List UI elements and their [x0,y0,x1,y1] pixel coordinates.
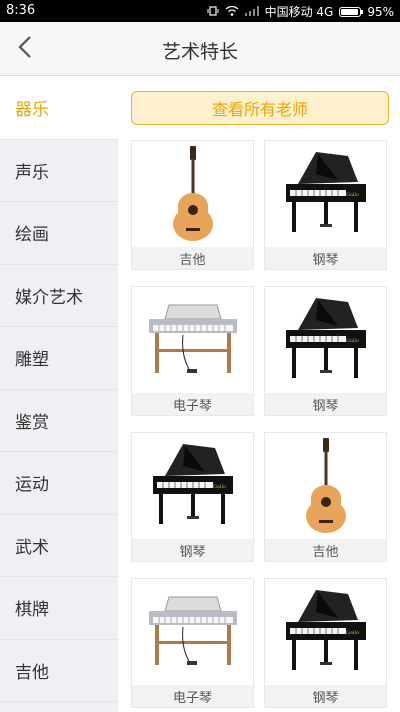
svg-text:Gallo: Gallo [346,338,359,344]
instrument-card[interactable]: Gallo 钢琴 [264,286,387,416]
piano-icon: Gallo [265,287,386,393]
instrument-label: 钢琴 [265,247,386,269]
instrument-label: 钢琴 [265,393,386,415]
guitar-icon [132,141,253,247]
vibrate-icon [207,5,219,19]
sidebar-item-label: 雕塑 [15,350,49,371]
instrument-label: 吉他 [265,539,386,561]
page-title: 艺术特长 [161,41,238,63]
piano-icon: Gallo [265,579,386,685]
view-all-teachers-button[interactable]: 查看所有老师 [131,91,389,125]
instrument-card[interactable]: Gallo 钢琴 [264,578,387,708]
keyboard-icon [132,287,253,393]
sidebar-item-label: 绘画 [15,225,49,246]
sidebar-item-label: 鉴赏 [15,412,49,433]
instrument-label: 电子琴 [132,685,253,707]
sidebar-item[interactable]: 绘画 [0,202,118,265]
sidebar-item[interactable]: 器乐 [0,77,118,140]
status-time: 8:36 [6,3,36,18]
svg-text:Gallo: Gallo [213,484,226,490]
instrument-card[interactable]: 电子琴 [131,578,254,708]
sidebar-item[interactable]: 运动 [0,452,118,515]
instrument-panel: 查看所有老师 吉他 Gallo 钢琴 电子琴 Gallo 钢琴 Gallo 钢琴 吉他 电子琴 Ga… [118,77,400,712]
keyboard-icon [132,579,253,685]
piano-icon: Gallo [265,141,386,247]
instrument-card[interactable]: 电子琴 [131,286,254,416]
status-bar: 8:36 中国移动 4G 95% [0,0,400,22]
sidebar-item-label: 媒介艺术 [15,287,83,308]
guitar-icon [265,433,386,539]
sidebar-item-label: 声乐 [15,162,49,183]
sidebar-item-label: 器乐 [15,100,49,121]
sidebar-item[interactable]: 鉴赏 [0,390,118,452]
carrier-label: 中国移动 4G [264,5,334,19]
signal-icon [244,5,259,19]
sidebar-item[interactable]: 武术 [0,515,118,577]
instrument-card[interactable]: 吉他 [131,140,254,270]
svg-text:Gallo: Gallo [346,630,359,636]
instrument-label: 钢琴 [132,539,253,561]
piano-icon: Gallo [132,433,253,539]
svg-text:Gallo: Gallo [346,192,359,198]
sidebar-item-label: 吉他 [15,662,49,683]
sidebar-item[interactable]: 雕塑 [0,327,118,390]
battery-percent: 95% [367,4,394,19]
instrument-label: 钢琴 [265,685,386,707]
navigation-bar: 艺术特长 [0,22,400,76]
sidebar-item-label: 武术 [15,537,49,558]
instrument-card[interactable]: Gallo 钢琴 [131,432,254,562]
sidebar-item[interactable]: 吉他 [0,640,118,702]
wifi-icon [225,5,239,19]
sidebar-item-label: 棋牌 [15,600,49,621]
instrument-label: 吉他 [132,247,253,269]
instrument-label: 电子琴 [132,393,253,415]
sidebar-item-label: 运动 [15,475,49,496]
status-indicators: 中国移动 4G 95% [207,3,394,20]
instrument-card[interactable]: 吉他 [264,432,387,562]
sidebar-item[interactable]: 声乐 [0,140,118,202]
sidebar-item[interactable]: 棋牌 [0,577,118,640]
category-sidebar: 器乐声乐绘画媒介艺术雕塑鉴赏运动武术棋牌吉他 [0,77,118,712]
battery-icon [339,6,364,17]
sidebar-item[interactable]: 媒介艺术 [0,265,118,327]
instrument-card[interactable]: Gallo 钢琴 [264,140,387,270]
